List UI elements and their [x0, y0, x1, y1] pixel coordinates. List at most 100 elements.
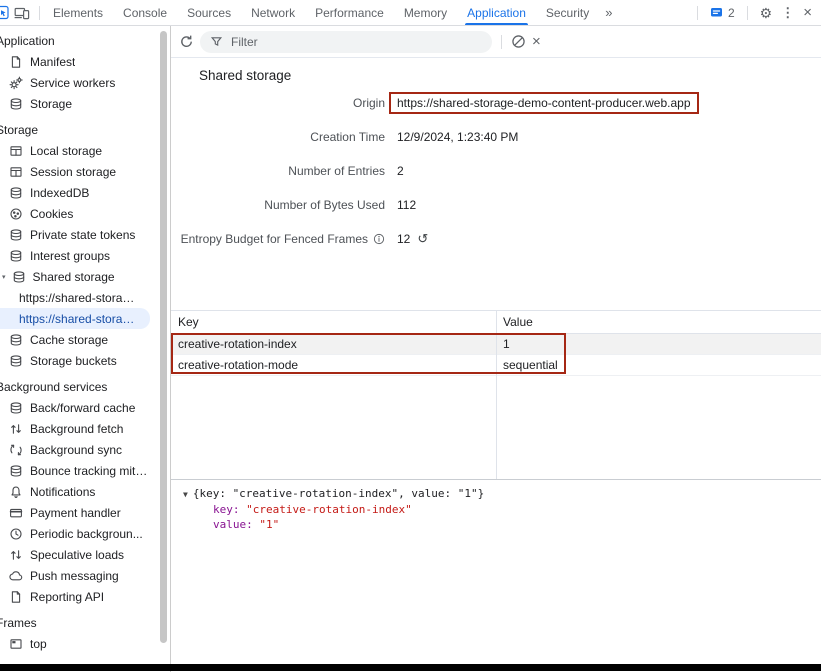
database-icon [9, 401, 23, 415]
filter-input[interactable] [229, 34, 482, 50]
meta-value-text: https://shared-storage-demo-content-prod… [389, 92, 699, 114]
preview-property: key: "creative-rotation-index" [183, 502, 821, 517]
sidebar-item-label: Notifications [30, 485, 95, 499]
tab-console[interactable]: Console [113, 1, 177, 25]
sidebar-item-top[interactable]: top [0, 633, 170, 654]
sidebar-item-cookies[interactable]: Cookies [0, 203, 170, 224]
device-toolbar-icon[interactable] [14, 6, 30, 20]
sidebar-item-periodic-backgroun[interactable]: Periodic backgroun... [0, 523, 170, 544]
sidebar-item-reporting-api[interactable]: Reporting API [0, 586, 170, 607]
panel-toolbar: × [171, 26, 821, 58]
tab-sources[interactable]: Sources [177, 1, 241, 25]
sidebar-item-private-state-tokens[interactable]: Private state tokens [0, 224, 170, 245]
tab-application[interactable]: Application [457, 1, 536, 25]
sidebar-item-label: Storage [30, 97, 72, 111]
clear-all-icon[interactable] [511, 34, 526, 49]
column-header-value[interactable]: Value [496, 311, 821, 333]
table-body: creative-rotation-index1creative-rotatio… [171, 334, 821, 376]
inspect-element-icon[interactable] [0, 5, 10, 20]
meta-value: 112 [397, 198, 416, 212]
sidebar-item-shared-storage[interactable]: ▾Shared storage [0, 266, 170, 287]
sidebar-item-label: Service workers [30, 76, 115, 90]
database-icon [9, 97, 23, 111]
meta-label-text: Entropy Budget for Fenced Frames [181, 232, 368, 246]
database-icon [9, 228, 23, 242]
meta-label: Origin [171, 96, 385, 110]
sidebar-item-service-workers[interactable]: Service workers [0, 72, 170, 93]
sidebar-item-session-storage[interactable]: Session storage [0, 161, 170, 182]
preview-summary-line[interactable]: ▼ {key: "creative-rotation-index", value… [183, 486, 821, 502]
sidebar-item-local-storage[interactable]: Local storage [0, 140, 170, 161]
undo-icon[interactable]: ↺ [417, 232, 428, 245]
database-icon [9, 186, 23, 200]
sidebar-item-back-forward-cache[interactable]: Back/forward cache [0, 397, 170, 418]
property-name: key: [213, 503, 246, 516]
panel-content: Shared storage Origin https://shared-stor… [171, 58, 821, 672]
tabbar-separator [39, 6, 40, 20]
sidebar-item-storage[interactable]: Storage [0, 93, 170, 114]
meta-value: 12/9/2024, 1:23:40 PM [397, 130, 518, 144]
delete-selected-icon[interactable]: × [532, 34, 541, 49]
sidebar-item-bounce-tracking-miti[interactable]: Bounce tracking miti... [0, 460, 170, 481]
sidebar-item-https-shared-storage[interactable]: https://shared-storage... [0, 287, 170, 308]
sidebar-item-storage-buckets[interactable]: Storage buckets [0, 350, 170, 371]
table-row[interactable]: creative-rotation-index1 [171, 334, 821, 355]
tab-elements[interactable]: Elements [43, 1, 113, 25]
sidebar-item-cache-storage[interactable]: Cache storage [0, 329, 170, 350]
column-header-key[interactable]: Key [171, 311, 496, 333]
sidebar-item-notifications[interactable]: Notifications [0, 481, 170, 502]
sidebar-item-label: Session storage [30, 165, 116, 179]
tab-network[interactable]: Network [241, 1, 305, 25]
settings-gear-icon[interactable]: ⚙ [760, 6, 773, 20]
tab-security[interactable]: Security [536, 1, 599, 25]
section-title-application: Application [0, 34, 170, 48]
triangle-down-icon[interactable]: ▼ [183, 487, 188, 502]
meta-value: 2 [397, 164, 404, 178]
close-devtools-icon[interactable]: × [803, 5, 812, 20]
console-messages-icon[interactable] [710, 7, 723, 19]
sidebar-item-label: https://shared-storage... [19, 291, 137, 305]
tab-performance[interactable]: Performance [305, 1, 394, 25]
preview-properties: key: "creative-rotation-index"value: "1" [183, 502, 821, 532]
meta-value-text: 12 [397, 232, 410, 246]
table-row[interactable]: creative-rotation-modesequential [171, 355, 821, 376]
chevron-down-icon: ▾ [2, 273, 6, 281]
sidebar-item-indexeddb[interactable]: IndexedDB [0, 182, 170, 203]
sidebar-item-label: Reporting API [30, 590, 104, 604]
tab-strip: ElementsConsoleSourcesNetworkPerformance… [43, 0, 618, 25]
kebab-menu-icon[interactable]: ⋮ [781, 6, 794, 19]
database-icon [12, 270, 26, 284]
updown-arrows-icon [9, 422, 23, 436]
more-tabs-button[interactable]: » [599, 5, 618, 20]
sidebar-item-speculative-loads[interactable]: Speculative loads [0, 544, 170, 565]
filter-funnel-icon [210, 35, 223, 48]
sidebar-item-manifest[interactable]: Manifest [0, 51, 170, 72]
frame-icon [9, 637, 23, 651]
refresh-icon[interactable] [179, 34, 194, 49]
table-header-row: KeyValue [171, 311, 821, 334]
sidebar-item-background-sync[interactable]: Background sync [0, 439, 170, 460]
entries-table: KeyValue creative-rotation-index1creativ… [171, 310, 821, 480]
sidebar-scrollbar[interactable] [160, 31, 167, 643]
sidebar-item-payment-handler[interactable]: Payment handler [0, 502, 170, 523]
sidebar-item-background-fetch[interactable]: Background fetch [0, 418, 170, 439]
sidebar-item-https-shared-storage[interactable]: https://shared-storage... [0, 308, 150, 329]
meta-value: 12 ↺ [397, 232, 428, 246]
tab-memory[interactable]: Memory [394, 1, 457, 25]
sidebar-item-label: Periodic backgroun... [30, 527, 143, 541]
cookie-icon [9, 207, 23, 221]
info-icon[interactable] [373, 233, 385, 245]
table-icon [9, 165, 23, 179]
gears-icon [9, 76, 23, 90]
filter-field[interactable] [200, 31, 492, 53]
page-title: Shared storage [199, 68, 821, 84]
sidebar-item-label: Background fetch [30, 422, 123, 436]
sidebar-item-push-messaging[interactable]: Push messaging [0, 565, 170, 586]
sidebar-item-label: Cookies [30, 207, 73, 221]
sidebar-item-label: Push messaging [30, 569, 119, 583]
sidebar-item-label: Speculative loads [30, 548, 124, 562]
meta-label: Creation Time [171, 130, 385, 144]
sidebar-item-interest-groups[interactable]: Interest groups [0, 245, 170, 266]
devtools-window: ElementsConsoleSourcesNetworkPerformance… [0, 0, 821, 672]
sidebar-item-label: Cache storage [30, 333, 108, 347]
